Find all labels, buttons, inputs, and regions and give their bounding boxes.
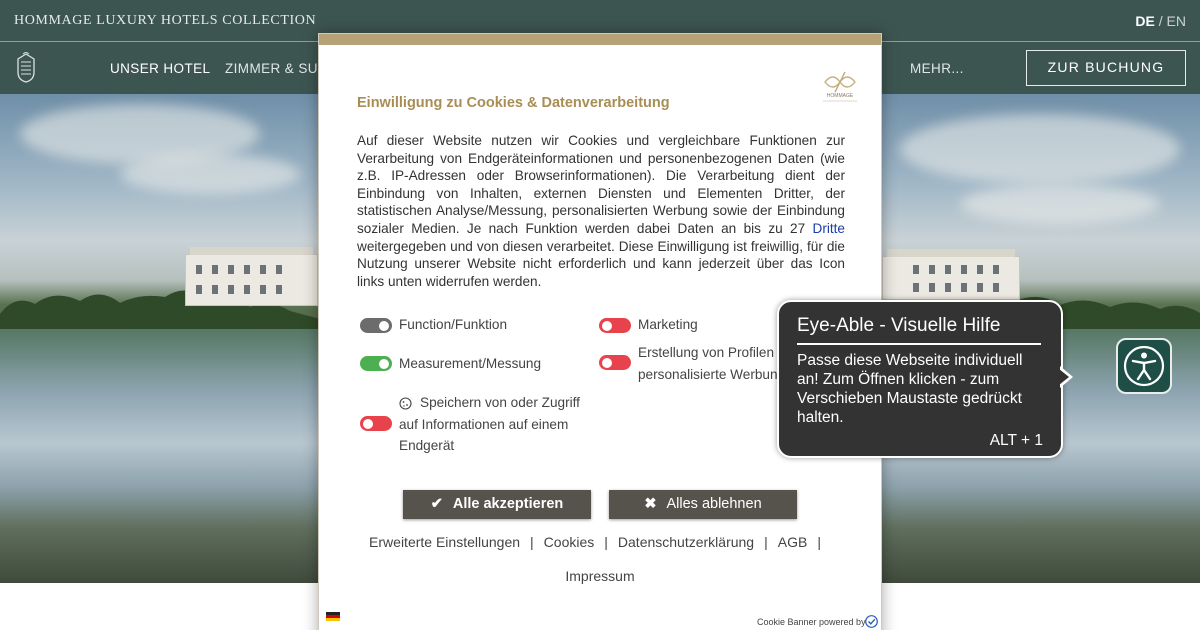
description-text-2: weitergegeben und von diesen verarbeitet…: [357, 238, 845, 289]
crest-logo-icon[interactable]: [14, 52, 38, 84]
marketing-label: Marketing: [638, 317, 698, 332]
accept-all-label: Alle akzeptieren: [452, 496, 564, 512]
lang-de[interactable]: DE: [1135, 13, 1154, 29]
storage-toggle[interactable]: [360, 416, 392, 431]
eyeable-accessibility-button[interactable]: [1116, 338, 1172, 394]
dialog-title: Einwilligung zu Cookies & Datenverarbeit…: [357, 95, 670, 111]
logo-wordmark: HOMMAGE: [827, 93, 854, 99]
shield-check-icon[interactable]: [865, 615, 878, 628]
agb-link[interactable]: AGB: [778, 534, 808, 550]
eyeable-tooltip: Eye-Able - Visuelle Hilfe Passe diese We…: [777, 300, 1063, 458]
reject-all-label: Alles ablehnen: [666, 496, 762, 512]
function-label: Function/Funktion: [399, 317, 508, 332]
cookies-link[interactable]: Cookies: [544, 534, 595, 550]
hotel-building-right: [882, 249, 1020, 300]
tooltip-arrow-fill: [1059, 369, 1069, 385]
tooltip-divider: [797, 343, 1041, 345]
hommage-logo-icon: HOMMAGE: [823, 71, 857, 102]
accept-all-button[interactable]: ✔ Alle akzeptieren: [403, 490, 591, 519]
measurement-label: Measurement/Messung: [399, 356, 542, 371]
privacy-policy-link[interactable]: Datenschutzerklärung: [618, 534, 754, 550]
link-separator: |: [604, 534, 608, 550]
advanced-settings-link[interactable]: Erweiterte Einstellungen: [369, 534, 520, 550]
booking-button[interactable]: ZUR BUCHUNG: [1026, 50, 1186, 86]
tooltip-title: Eye-Able - Visuelle Hilfe: [797, 315, 1001, 336]
hotel-building-left: [185, 247, 318, 306]
lang-separator: /: [1154, 13, 1167, 29]
dialog-top-border: [319, 34, 881, 45]
lang-en[interactable]: EN: [1167, 13, 1186, 29]
tooltip-shortcut: ALT + 1: [989, 432, 1043, 449]
function-toggle[interactable]: [360, 318, 392, 333]
powered-by-text[interactable]: Cookie Banner powered by: [757, 617, 866, 627]
brand-name[interactable]: HOMMAGE LUXURY HOTELS COLLECTION: [14, 13, 316, 29]
third-parties-link[interactable]: Dritte: [813, 221, 845, 236]
german-flag-icon[interactable]: [326, 612, 340, 621]
link-separator: |: [817, 534, 821, 550]
marketing-toggle[interactable]: [599, 318, 631, 333]
measurement-toggle[interactable]: [360, 356, 392, 371]
footer-links: Erweiterte Einstellungen | Cookies | Datensc…: [319, 534, 881, 550]
close-icon: ✖: [644, 496, 657, 512]
dialog-description: Auf dieser Website nutzen wir Cookies un…: [357, 132, 845, 290]
tooltip-text: Passe diese Webseite individuell an! Zum…: [797, 352, 1023, 426]
link-separator: |: [530, 534, 534, 550]
description-text-1: Auf dieser Website nutzen wir Cookies un…: [357, 133, 845, 236]
check-icon: ✔: [430, 496, 443, 512]
language-switcher: DE / EN: [1135, 13, 1186, 29]
link-separator: |: [764, 534, 768, 550]
profiles-toggle[interactable]: [599, 355, 631, 370]
nav-unser-hotel[interactable]: UNSER HOTEL: [110, 61, 210, 76]
reject-all-button[interactable]: ✖ Alles ablehnen: [609, 490, 797, 519]
impressum-link[interactable]: Impressum: [319, 568, 881, 584]
storage-label: Speichern von oder Zugriff auf Informati…: [399, 395, 580, 453]
nav-mehr[interactable]: MEHR...: [910, 61, 964, 76]
accessibility-person-icon: [1123, 345, 1165, 387]
